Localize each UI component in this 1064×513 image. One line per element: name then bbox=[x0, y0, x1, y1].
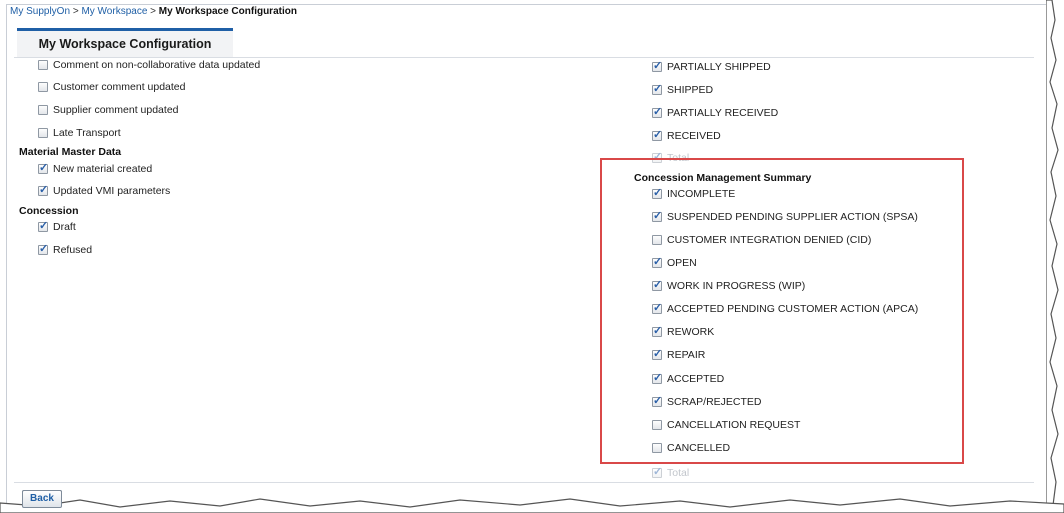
option-label: REWORK bbox=[667, 326, 715, 338]
option-accepted[interactable]: ACCEPTED bbox=[652, 371, 725, 386]
checkbox[interactable] bbox=[652, 209, 662, 222]
torn-edge-bottom bbox=[0, 498, 1064, 513]
breadcrumb-link-my-supplyon[interactable]: My SupplyOn bbox=[10, 6, 70, 17]
option-apca[interactable]: ACCEPTED PENDING CUSTOMER ACTION (APCA) bbox=[652, 301, 919, 316]
option-label: RECEIVED bbox=[667, 130, 721, 142]
option-label: PARTIALLY SHIPPED bbox=[667, 61, 771, 73]
option-partially-shipped[interactable]: PARTIALLY SHIPPED bbox=[652, 59, 771, 74]
section-heading-concession-management-summary: Concession Management Summary bbox=[634, 172, 812, 184]
torn-edge-right bbox=[1046, 0, 1059, 513]
option-label: Comment on non-collaborative data update… bbox=[53, 59, 261, 71]
checkbox bbox=[652, 465, 662, 478]
option-cid[interactable]: CUSTOMER INTEGRATION DENIED (CID) bbox=[652, 233, 871, 247]
option-customer-comment-updated[interactable]: Customer comment updated bbox=[38, 80, 185, 94]
checkbox[interactable] bbox=[652, 186, 662, 199]
checkbox[interactable] bbox=[652, 278, 662, 291]
option-new-material-created[interactable]: New material created bbox=[38, 161, 153, 176]
option-partially-received[interactable]: PARTIALLY RECEIVED bbox=[652, 105, 779, 120]
checkbox[interactable] bbox=[38, 128, 48, 138]
checkbox[interactable] bbox=[652, 82, 662, 95]
option-shipped[interactable]: SHIPPED bbox=[652, 82, 714, 97]
option-open[interactable]: OPEN bbox=[652, 255, 697, 270]
checkbox[interactable] bbox=[652, 371, 662, 384]
option-spsa[interactable]: SUSPENDED PENDING SUPPLIER ACTION (SPSA) bbox=[652, 209, 918, 224]
option-label: SCRAP/REJECTED bbox=[667, 396, 762, 408]
option-label: Customer comment updated bbox=[53, 81, 186, 93]
option-label: Updated VMI parameters bbox=[53, 185, 171, 197]
option-label: WORK IN PROGRESS (WIP) bbox=[667, 280, 806, 292]
checkbox[interactable] bbox=[38, 105, 48, 115]
option-label: SHIPPED bbox=[667, 84, 714, 96]
back-button-visible[interactable]: Back bbox=[22, 490, 62, 508]
checkbox[interactable] bbox=[652, 301, 662, 314]
option-incomplete[interactable]: INCOMPLETE bbox=[652, 186, 736, 201]
option-cancellation-request[interactable]: CANCELLATION REQUEST bbox=[652, 418, 800, 432]
section-heading-concession: Concession bbox=[19, 205, 79, 217]
option-cancelled[interactable]: CANCELLED bbox=[652, 441, 730, 455]
option-scrap-rejected[interactable]: SCRAP/REJECTED bbox=[652, 394, 762, 409]
option-draft[interactable]: Draft bbox=[38, 219, 76, 234]
option-wip[interactable]: WORK IN PROGRESS (WIP) bbox=[652, 278, 806, 293]
checkbox[interactable] bbox=[652, 255, 662, 268]
section-heading-material-master-data: Material Master Data bbox=[19, 146, 122, 158]
option-label: OPEN bbox=[667, 257, 697, 269]
option-label: REPAIR bbox=[667, 349, 706, 361]
option-rework[interactable]: REWORK bbox=[652, 324, 715, 339]
option-supplier-comment-updated[interactable]: Supplier comment updated bbox=[38, 103, 179, 117]
checkbox[interactable] bbox=[652, 128, 662, 141]
tab-my-workspace-configuration[interactable]: My Workspace Configuration bbox=[17, 28, 233, 57]
checkbox[interactable] bbox=[652, 347, 662, 360]
option-label: ACCEPTED bbox=[667, 373, 725, 385]
option-label: Total bbox=[667, 467, 690, 479]
checkbox[interactable] bbox=[38, 60, 48, 70]
checkbox[interactable] bbox=[38, 242, 48, 255]
option-received[interactable]: RECEIVED bbox=[652, 128, 721, 143]
option-label: CANCELLATION REQUEST bbox=[667, 419, 801, 431]
option-label: SUSPENDED PENDING SUPPLIER ACTION (SPSA) bbox=[667, 211, 918, 223]
checkbox[interactable] bbox=[652, 235, 662, 245]
checkbox[interactable] bbox=[652, 443, 662, 453]
footer-divider bbox=[14, 482, 1034, 483]
option-late-transport[interactable]: Late Transport bbox=[38, 126, 121, 140]
checkbox[interactable] bbox=[38, 82, 48, 92]
checkbox[interactable] bbox=[652, 59, 662, 72]
checkbox[interactable] bbox=[38, 183, 48, 196]
option-updated-vmi-parameters[interactable]: Updated VMI parameters bbox=[38, 183, 171, 198]
breadcrumb-separator: > bbox=[150, 6, 157, 17]
torn-edge-bottom-path bbox=[0, 498, 1064, 513]
checkbox[interactable] bbox=[652, 105, 662, 118]
option-label: New material created bbox=[53, 163, 153, 175]
option-label: INCOMPLETE bbox=[667, 188, 736, 200]
option-label: CUSTOMER INTEGRATION DENIED (CID) bbox=[667, 234, 872, 246]
checkbox[interactable] bbox=[652, 324, 662, 337]
option-label: Draft bbox=[53, 221, 76, 233]
option-label: Supplier comment updated bbox=[53, 104, 179, 116]
breadcrumb-link-my-workspace[interactable]: My Workspace bbox=[81, 6, 147, 17]
option-label: Late Transport bbox=[53, 127, 121, 139]
checkbox[interactable] bbox=[38, 219, 48, 232]
breadcrumb-separator: > bbox=[72, 6, 79, 17]
checkbox[interactable] bbox=[38, 161, 48, 174]
option-repair[interactable]: REPAIR bbox=[652, 347, 706, 362]
checkbox[interactable] bbox=[652, 394, 662, 407]
option-label: Refused bbox=[53, 244, 93, 256]
breadcrumb: My SupplyOn > My Workspace > My Workspac… bbox=[10, 6, 297, 17]
option-refused[interactable]: Refused bbox=[38, 242, 93, 257]
torn-edge-right-path bbox=[1046, 0, 1059, 513]
tab-bar: My Workspace Configuration bbox=[14, 24, 1034, 58]
option-total-disabled: Total bbox=[652, 465, 690, 480]
option-comment-non-collaborative[interactable]: Comment on non-collaborative data update… bbox=[38, 58, 260, 72]
checkbox[interactable] bbox=[652, 420, 662, 430]
breadcrumb-current: My Workspace Configuration bbox=[158, 6, 297, 17]
option-label: ACCEPTED PENDING CUSTOMER ACTION (APCA) bbox=[667, 303, 919, 315]
option-label: CANCELLED bbox=[667, 442, 731, 454]
option-label: PARTIALLY RECEIVED bbox=[667, 107, 779, 119]
